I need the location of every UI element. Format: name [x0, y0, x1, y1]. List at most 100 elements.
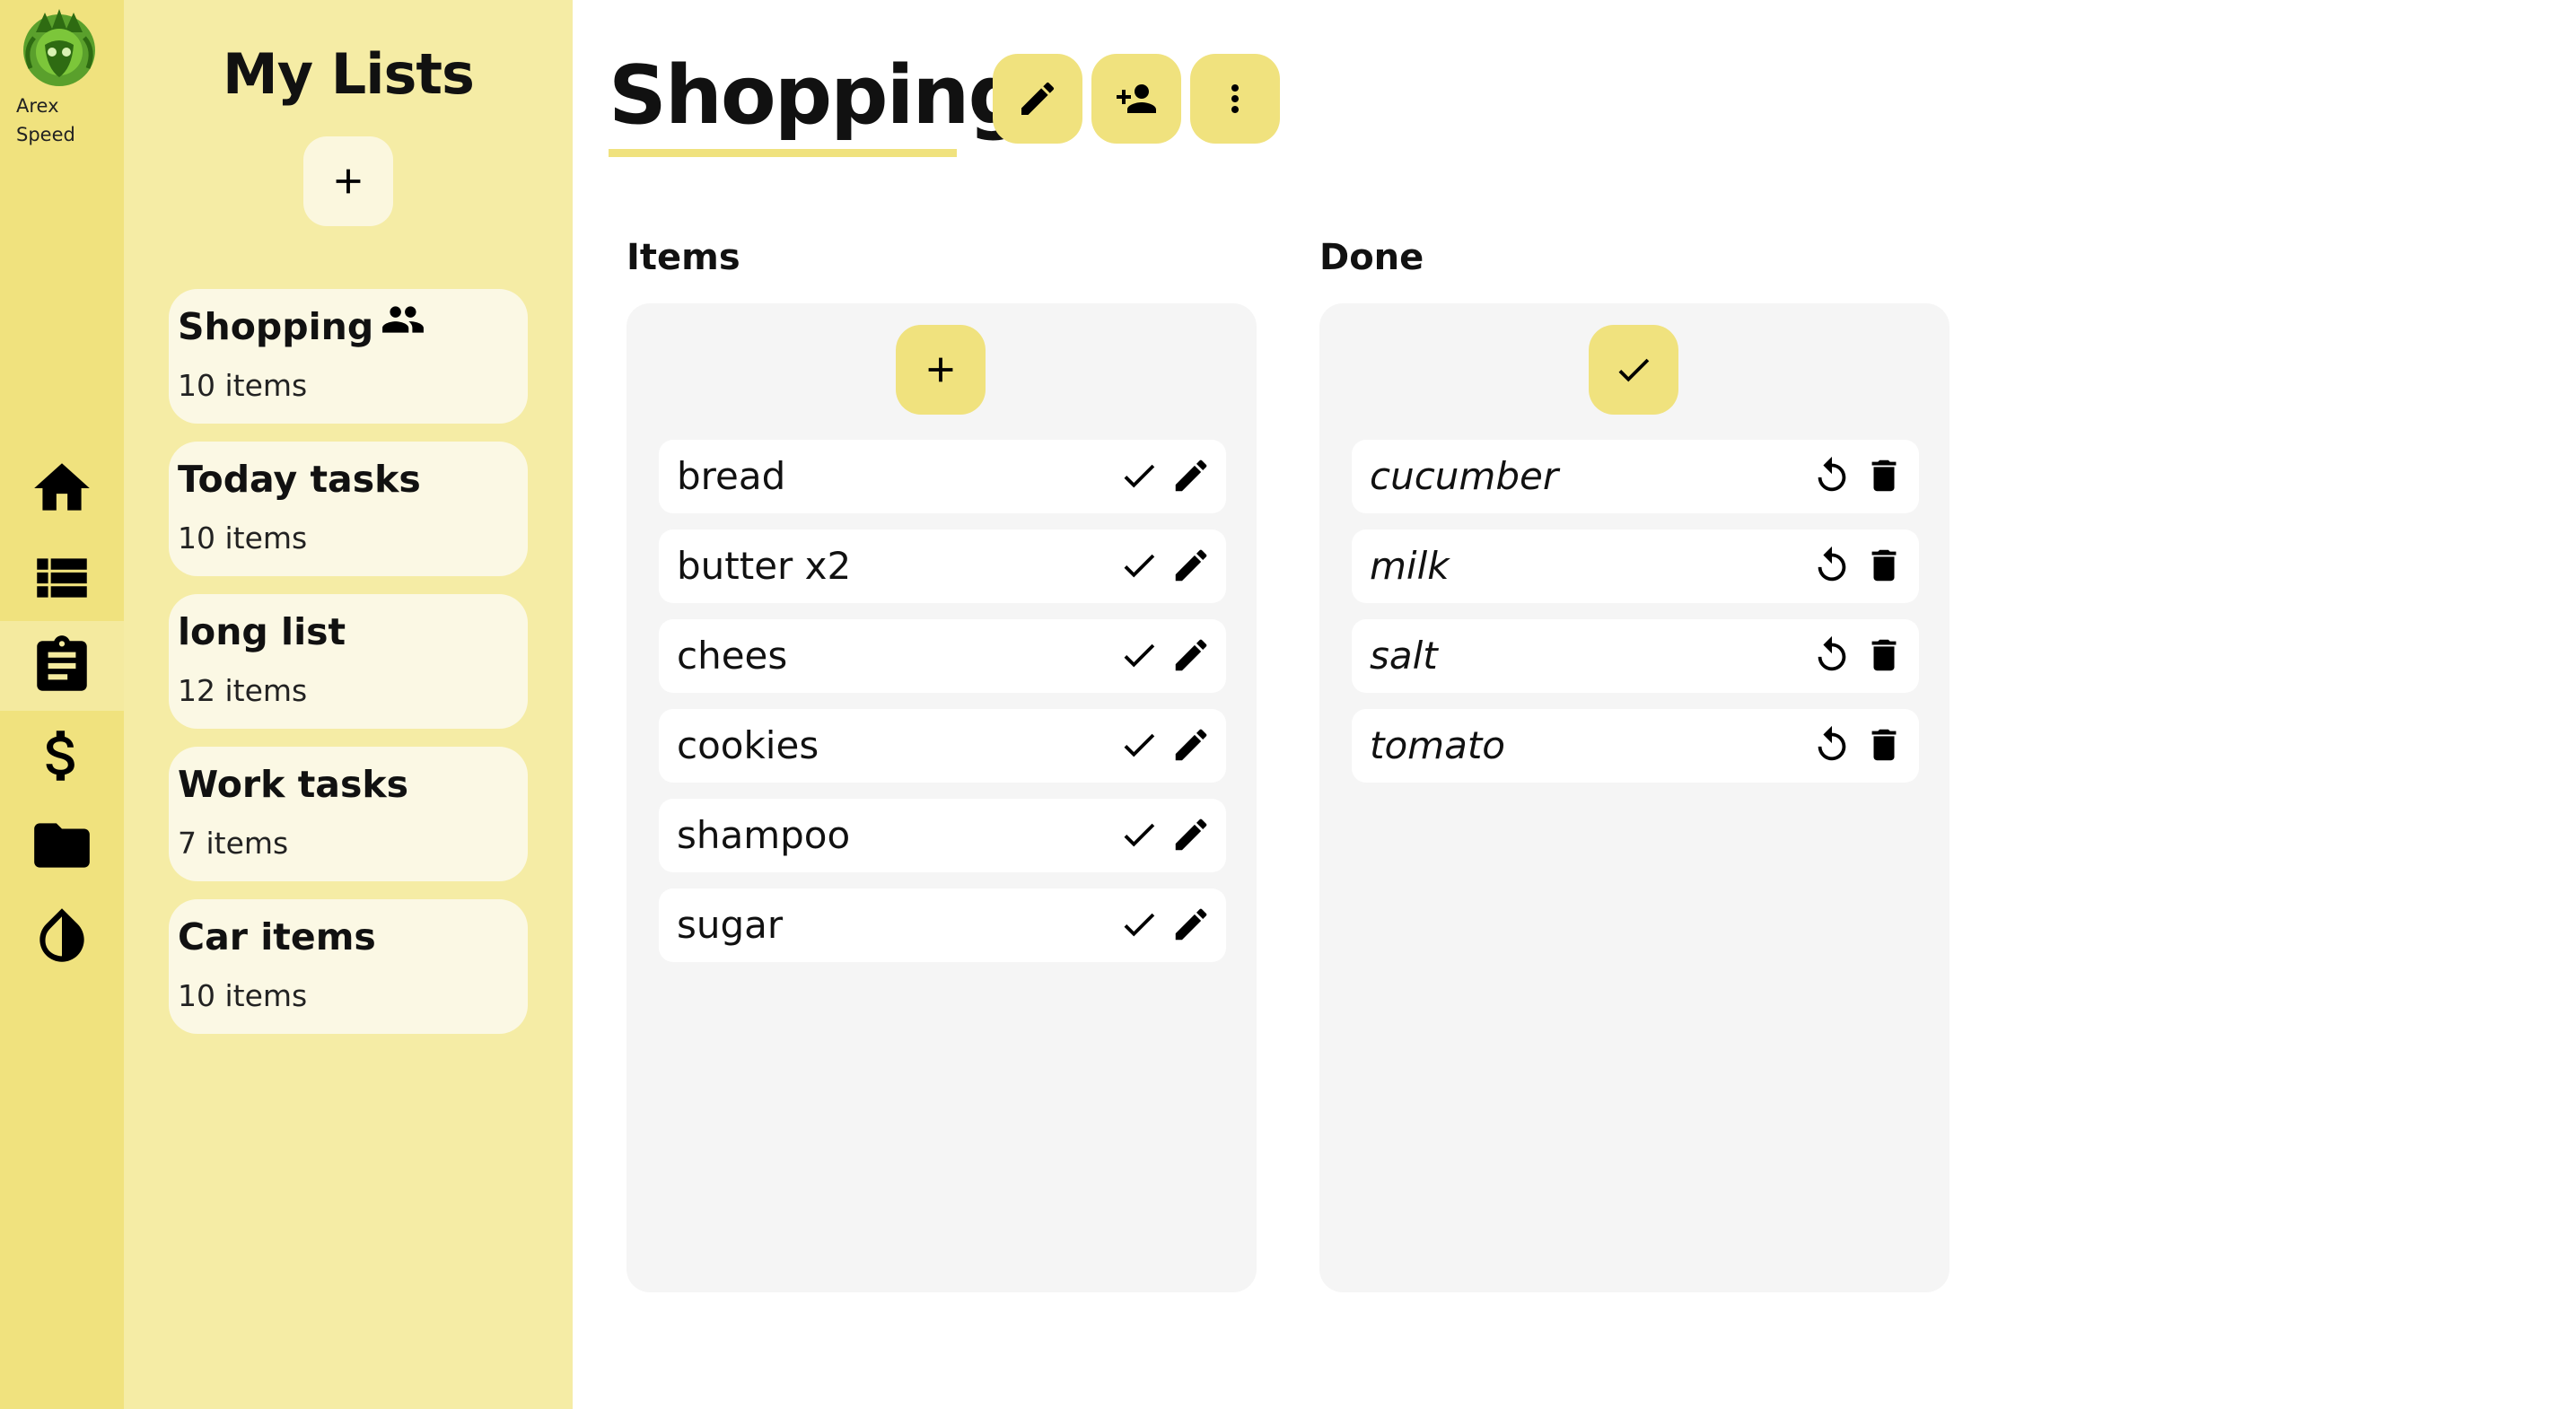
- list-card-name: long list: [178, 610, 346, 653]
- pencil-icon: [1175, 459, 1207, 492]
- undo-icon: [1818, 635, 1846, 671]
- list-card-long-list[interactable]: long list 12 items: [169, 594, 528, 729]
- nav-folder[interactable]: [0, 801, 124, 890]
- share-list-button[interactable]: [1091, 54, 1181, 144]
- undo-icon: [1818, 546, 1846, 582]
- list-card-name: Work tasks: [178, 763, 409, 806]
- restore-item-button[interactable]: [1811, 455, 1853, 496]
- list-card-name: Today tasks: [178, 458, 421, 501]
- pencil-icon: [1175, 549, 1207, 582]
- item-row: cookies: [659, 709, 1226, 783]
- done-all-button[interactable]: [1589, 325, 1678, 415]
- edit-item-button[interactable]: [1170, 814, 1212, 855]
- lists-panel: My Lists Shopping 10 items Today tasks 1…: [124, 0, 573, 1409]
- undo-icon: [1818, 725, 1846, 761]
- edit-item-button[interactable]: [1170, 904, 1212, 945]
- item-text: butter x2: [677, 544, 852, 588]
- done-item-row: salt: [1352, 619, 1919, 693]
- delete-item-button[interactable]: [1863, 724, 1905, 766]
- edit-item-button[interactable]: [1170, 455, 1212, 496]
- check-item-button[interactable]: [1118, 904, 1160, 945]
- title-underline: [609, 149, 957, 157]
- check-item-button[interactable]: [1118, 814, 1160, 855]
- user-avatar[interactable]: [18, 5, 101, 92]
- page-title: Shopping: [609, 48, 1026, 143]
- pencil-icon: [1175, 639, 1207, 671]
- add-item-button[interactable]: [896, 325, 986, 415]
- pencil-icon: [1175, 908, 1207, 941]
- item-row: butter x2: [659, 529, 1226, 603]
- nav-theme[interactable]: [0, 890, 124, 980]
- done-item-text: tomato: [1370, 723, 1505, 767]
- check-icon: [1124, 913, 1155, 937]
- list-card-count: 10 items: [178, 368, 308, 403]
- check-icon: [1124, 554, 1155, 578]
- restore-item-button[interactable]: [1811, 724, 1853, 766]
- done-item-text: salt: [1370, 634, 1438, 678]
- nav-money[interactable]: [0, 711, 124, 801]
- list-card-shopping[interactable]: Shopping 10 items: [169, 289, 528, 424]
- delete-item-button[interactable]: [1863, 545, 1905, 586]
- home-icon: [34, 463, 90, 511]
- check-item-button[interactable]: [1118, 634, 1160, 676]
- check-item-button[interactable]: [1118, 545, 1160, 586]
- edit-item-button[interactable]: [1170, 545, 1212, 586]
- check-item-button[interactable]: [1118, 724, 1160, 766]
- check-icon: [1618, 358, 1650, 382]
- check-item-button[interactable]: [1118, 455, 1160, 496]
- check-icon: [1124, 643, 1155, 668]
- nav-rail: Arex Speed: [0, 0, 124, 1409]
- item-row: bread: [659, 440, 1226, 513]
- restore-item-button[interactable]: [1811, 634, 1853, 676]
- people-icon: [382, 306, 425, 333]
- list-card-name: Car items: [178, 915, 376, 958]
- item-row: chees: [659, 619, 1226, 693]
- more-vert-icon: [1231, 84, 1239, 113]
- trash-icon: [1871, 459, 1897, 492]
- item-text: cookies: [677, 723, 819, 767]
- folder-icon: [34, 823, 90, 868]
- done-item-text: cucumber: [1370, 454, 1559, 498]
- plus-icon: [928, 357, 953, 382]
- nav-home[interactable]: [0, 443, 124, 533]
- pencil-icon: [1175, 729, 1207, 761]
- item-text: sugar: [677, 903, 784, 947]
- contrast-icon: [39, 908, 84, 962]
- edit-item-button[interactable]: [1170, 724, 1212, 766]
- delete-item-button[interactable]: [1863, 634, 1905, 676]
- trash-icon: [1871, 549, 1897, 582]
- pencil-icon: [1175, 818, 1207, 851]
- rename-list-button[interactable]: [993, 54, 1082, 144]
- list-card-count: 12 items: [178, 673, 308, 708]
- item-text: shampoo: [677, 813, 851, 857]
- add-list-button[interactable]: [303, 136, 393, 226]
- list-card-name: Shopping: [178, 305, 374, 348]
- item-text: chees: [677, 634, 788, 678]
- check-icon: [1124, 733, 1155, 757]
- clipboard-icon: [37, 635, 87, 691]
- done-item-row: cucumber: [1352, 440, 1919, 513]
- user-name-line2: Speed: [16, 124, 75, 145]
- list-card-car-items[interactable]: Car items 10 items: [169, 899, 528, 1034]
- undo-icon: [1818, 456, 1846, 492]
- done-item-row: tomato: [1352, 709, 1919, 783]
- done-item-row: milk: [1352, 529, 1919, 603]
- user-name-line1: Arex: [16, 95, 59, 117]
- nav-clipboard[interactable]: [0, 621, 124, 711]
- lists-title: My Lists: [223, 41, 475, 107]
- restore-item-button[interactable]: [1811, 545, 1853, 586]
- dollar-icon: [46, 731, 74, 781]
- list-card-today-tasks[interactable]: Today tasks 10 items: [169, 442, 528, 576]
- list-card-work-tasks[interactable]: Work tasks 7 items: [169, 747, 528, 881]
- nav-lists[interactable]: [0, 533, 124, 623]
- list-card-count: 10 items: [178, 521, 308, 556]
- items-column-title: Items: [626, 237, 740, 278]
- list-card-count: 10 items: [178, 978, 308, 1013]
- check-icon: [1124, 823, 1155, 847]
- delete-item-button[interactable]: [1863, 455, 1905, 496]
- more-options-button[interactable]: [1190, 54, 1280, 144]
- list-icon: [37, 558, 87, 598]
- check-icon: [1124, 464, 1155, 488]
- item-row: sugar: [659, 888, 1226, 962]
- edit-item-button[interactable]: [1170, 634, 1212, 676]
